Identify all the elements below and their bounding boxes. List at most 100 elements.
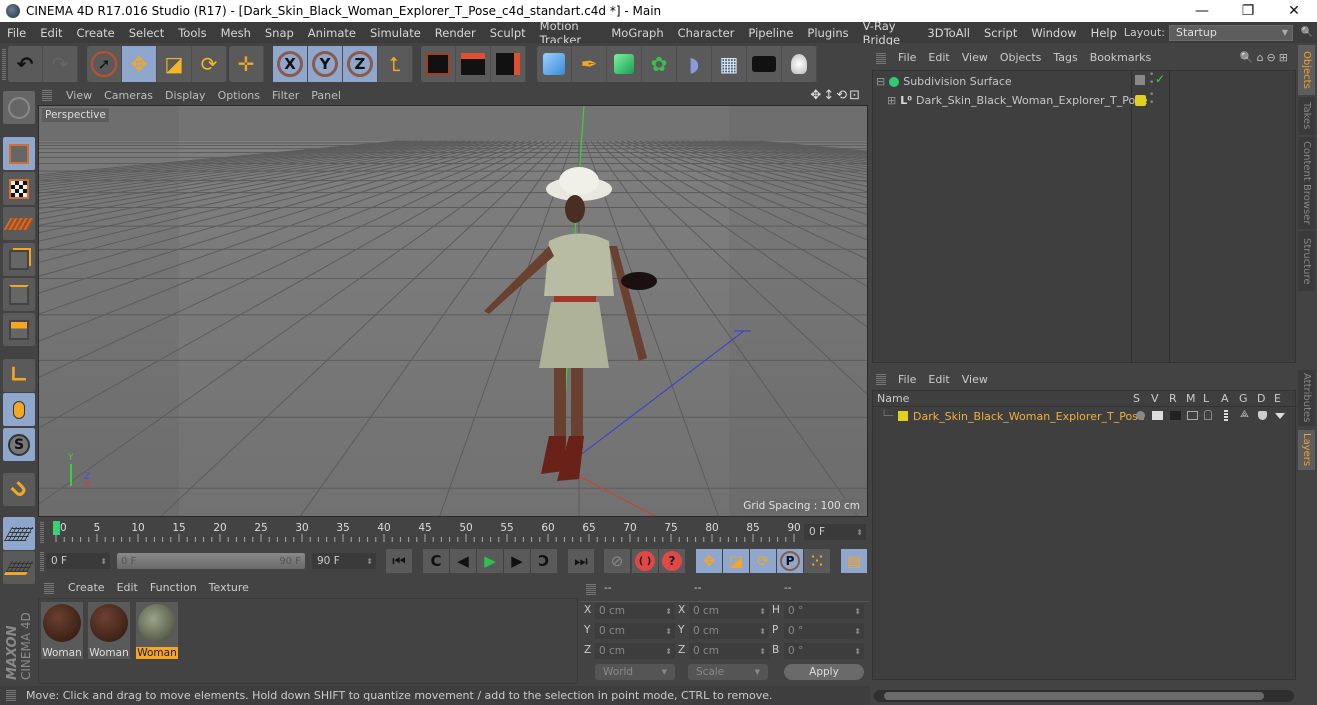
magnet-button[interactable]: ∪	[3, 473, 35, 506]
menu-3dtoall[interactable]: 3DToAll	[920, 26, 977, 40]
edges-mode-button[interactable]	[3, 278, 35, 311]
layout-dropdown[interactable]: Startup ▼	[1169, 24, 1293, 41]
visibility-dots-icon[interactable]: • •	[1149, 91, 1154, 108]
view-column-header[interactable]: V	[1151, 392, 1159, 405]
key-position-button[interactable]: ✥	[696, 549, 722, 573]
render-settings-button[interactable]	[491, 46, 526, 82]
current-frame-marker[interactable]	[53, 521, 60, 535]
locked-column-header[interactable]: L	[1203, 392, 1209, 405]
autokey-button[interactable]: ( )	[632, 549, 658, 573]
layer-color-swatch[interactable]	[898, 411, 909, 421]
axis-mode-button[interactable]: ∟	[3, 359, 35, 392]
add-floor-button[interactable]: ▦	[712, 46, 747, 82]
rot-p-field[interactable]: 0 ° ⬍	[784, 623, 864, 639]
layer-name[interactable]: Dark_Skin_Black_Woman_Explorer_T_Pose	[913, 410, 1145, 423]
solo-column-header[interactable]: S	[1133, 392, 1140, 405]
viewport-menu-options[interactable]: Options	[212, 89, 266, 102]
deformers-column-header[interactable]: D	[1257, 392, 1265, 405]
material-item[interactable]: Woman	[41, 602, 83, 659]
om-menu-file[interactable]: File	[892, 51, 922, 64]
tab-takes[interactable]: Takes	[1298, 97, 1315, 135]
menu-create[interactable]: Create	[70, 26, 122, 40]
om-menu-edit[interactable]: Edit	[922, 51, 955, 64]
workplane-mode-button[interactable]	[3, 207, 35, 240]
model-mode-button[interactable]	[3, 137, 35, 170]
om-tool-icons[interactable]: 🔍⌂⊖⊞	[1240, 51, 1297, 64]
play-button[interactable]: ▶	[477, 549, 503, 573]
tab-content-browser[interactable]: Content Browser	[1298, 137, 1315, 229]
manager-column-header[interactable]: M	[1186, 392, 1196, 405]
name-column-header[interactable]: Name	[877, 392, 909, 405]
key-rotation-button[interactable]: ⟳	[750, 549, 776, 573]
key-parameter-button[interactable]: P	[777, 549, 803, 573]
menu-pipeline[interactable]: Pipeline	[741, 26, 800, 40]
om-menu-tags[interactable]: Tags	[1047, 51, 1083, 64]
menu-simulate[interactable]: Simulate	[363, 26, 428, 40]
prev-frame-button[interactable]: ◀	[450, 549, 476, 573]
size-y-field[interactable]: 0 cm ⬍	[689, 623, 769, 639]
add-deformer-button[interactable]: ◗	[677, 46, 712, 82]
texture-mode-button[interactable]	[3, 172, 35, 205]
close-button[interactable]: ✕	[1271, 0, 1317, 22]
expressions-toggle[interactable]	[1275, 413, 1285, 419]
key-scale-button[interactable]: ◪	[723, 549, 749, 573]
rot-b-field[interactable]: 0 ° ⬍	[784, 643, 864, 659]
timeline-ruler[interactable]: 0 5 10 15 20 25 30 35 40 45 50 55 60 65 70 75 80 85 90	[52, 519, 802, 545]
rot-h-field[interactable]: 0 ° ⬍	[784, 603, 864, 619]
prev-key-button[interactable]: C	[423, 549, 449, 573]
generators-toggle[interactable]: ⟁	[1240, 409, 1249, 420]
menu-tools[interactable]: Tools	[171, 26, 213, 40]
undo-button[interactable]: ↶	[8, 46, 43, 82]
select-tool-button[interactable]: ➚	[87, 46, 122, 82]
add-light-button[interactable]	[782, 46, 817, 82]
menu-edit[interactable]: Edit	[33, 26, 69, 40]
pos-z-field[interactable]: 0 cm ⬍	[595, 643, 675, 659]
toolbar-grip[interactable]	[2, 48, 6, 80]
add-pen-button[interactable]: ✒	[572, 46, 607, 82]
layer-tag-icon[interactable]	[1135, 75, 1145, 85]
manager-toggle[interactable]	[1187, 411, 1198, 420]
search-icon[interactable]: 🔍	[1297, 27, 1317, 38]
render-view-button[interactable]	[421, 46, 456, 82]
timeline[interactable]: 0 5 10 15 20 25 30 35 40 45 50 55 60 65 70 75 80 85 90 0 F…	[38, 517, 868, 547]
animation-column-header[interactable]: A	[1221, 392, 1229, 405]
x-axis-button[interactable]: X	[273, 46, 308, 82]
add-subdivision-button[interactable]	[607, 46, 642, 82]
viewport-grip[interactable]	[42, 89, 52, 101]
minimize-button[interactable]: —	[1179, 0, 1225, 22]
viewport-menu-cameras[interactable]: Cameras	[98, 89, 159, 102]
menu-animate[interactable]: Animate	[301, 26, 363, 40]
material-menu-texture[interactable]: Texture	[203, 581, 255, 594]
transform-mode-dropdown[interactable]: Scale ▼	[688, 664, 768, 680]
object-manager-grip[interactable]	[876, 51, 886, 64]
menu-help[interactable]: Help	[1084, 26, 1124, 40]
material-grip[interactable]	[44, 581, 54, 594]
frame-range-slider[interactable]: 0 F 90 F	[117, 553, 305, 569]
layer-color-tag[interactable]	[1135, 95, 1146, 106]
tweak-mode-button[interactable]	[3, 393, 35, 426]
menu-file[interactable]: File	[0, 26, 33, 40]
material-menu-edit[interactable]: Edit	[111, 581, 144, 594]
tab-objects[interactable]: Objects	[1298, 45, 1315, 95]
lock-toggle[interactable]	[1204, 410, 1212, 420]
key-pla-button[interactable]: ⁙	[804, 549, 830, 573]
align-workplane-button[interactable]	[3, 551, 35, 584]
size-x-field[interactable]: 0 cm ⬍	[689, 603, 769, 619]
collapse-icon[interactable]: ⊟	[876, 75, 885, 88]
scrollbar-thumb[interactable]	[884, 692, 1264, 700]
points-mode-button[interactable]	[3, 243, 35, 276]
add-cube-button[interactable]	[537, 46, 572, 82]
render-column-header[interactable]: R	[1169, 392, 1177, 405]
pos-y-field[interactable]: 0 cm ⬍	[595, 623, 675, 639]
render-picture-viewer-button[interactable]	[456, 46, 491, 82]
menu-window[interactable]: Window	[1024, 26, 1083, 40]
menu-sculpt[interactable]: Sculpt	[483, 26, 533, 40]
menu-character[interactable]: Character	[671, 26, 742, 40]
keyframe-selection-button[interactable]: ?	[659, 549, 685, 573]
start-frame-field[interactable]: 0 F ⬍	[46, 553, 110, 569]
goto-end-button[interactable]: ⏭	[568, 549, 594, 573]
camera-label[interactable]: Perspective	[42, 108, 109, 122]
horizontal-scrollbar[interactable]	[874, 690, 1294, 702]
timeline-grip[interactable]	[40, 521, 44, 543]
menu-render[interactable]: Render	[428, 26, 483, 40]
